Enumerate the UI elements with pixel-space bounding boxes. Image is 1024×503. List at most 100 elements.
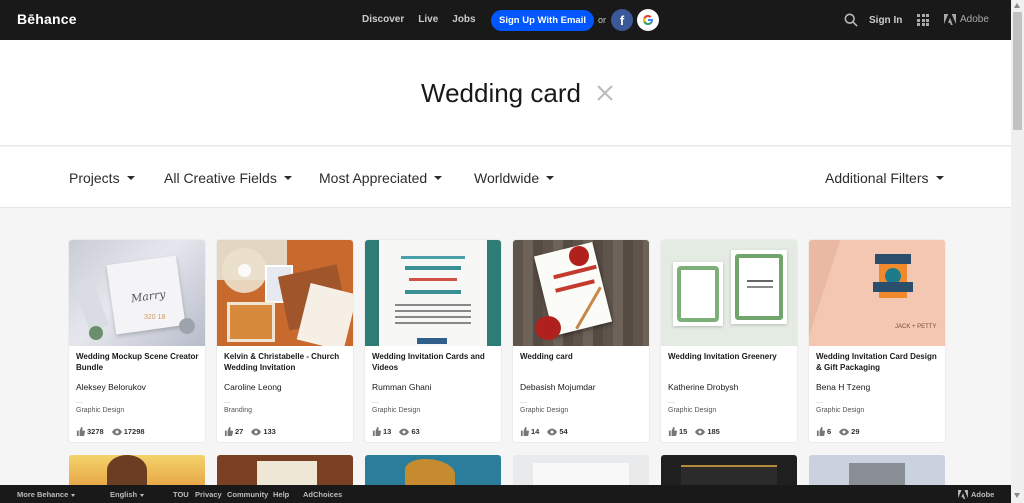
project-field[interactable]: Graphic Design (76, 407, 124, 414)
project-title[interactable]: Kelvin & Christabelle - Church Wedding I… (224, 351, 348, 373)
google-icon[interactable] (637, 9, 659, 31)
appreciation-count: 15 (679, 427, 688, 436)
filter-creative-fields[interactable]: All Creative Fields (164, 170, 292, 186)
project-card[interactable]: Wedding card Debasish Mojumdar — Graphic… (513, 240, 649, 442)
project-thumbnail[interactable]: Marry 320 18 (69, 240, 205, 346)
project-title[interactable]: Wedding Invitation Card Design & Gift Pa… (816, 351, 940, 373)
filter-projects[interactable]: Projects (69, 170, 135, 186)
adobe-icon (944, 14, 956, 25)
project-thumbnail[interactable] (809, 455, 945, 485)
filter-location[interactable]: Worldwide (474, 170, 555, 186)
project-thumbnail[interactable] (217, 455, 353, 485)
project-field[interactable]: Graphic Design (372, 407, 420, 414)
project-thumbnail[interactable] (661, 455, 797, 485)
project-stats: 3278 17298 (76, 427, 145, 436)
footer-community[interactable]: Community (227, 490, 268, 499)
project-owner[interactable]: Rumman Ghani (372, 382, 432, 392)
nav-discover[interactable]: Discover (362, 14, 404, 25)
project-thumbnail[interactable] (513, 240, 649, 346)
apps-grid-icon[interactable] (917, 14, 929, 26)
thumbs-up-icon (520, 427, 529, 436)
project-owner[interactable]: Katherine Drobysh (668, 382, 738, 392)
project-owner[interactable]: Caroline Leong (224, 382, 282, 392)
chevron-down-icon (126, 176, 135, 180)
nav-jobs[interactable]: Jobs (452, 14, 475, 25)
scroll-down-arrow-icon[interactable] (1014, 493, 1020, 498)
project-owner[interactable]: Bena H Tzeng (816, 382, 870, 392)
project-stats: 27 133 (224, 427, 276, 436)
project-card[interactable]: Marry 320 18 Wedding Mockup Scene Creato… (69, 240, 205, 442)
scroll-up-arrow-icon[interactable] (1014, 3, 1020, 8)
facebook-icon[interactable]: f (611, 9, 633, 31)
project-thumbnail[interactable] (365, 240, 501, 346)
project-card[interactable]: JACK + PETTY Wedding Invitation Card Des… (809, 240, 945, 442)
chevron-down-icon (71, 493, 76, 497)
scrollbar[interactable] (1011, 0, 1024, 503)
project-thumbnail[interactable] (217, 240, 353, 346)
project-title[interactable]: Wedding Invitation Greenery (668, 351, 792, 362)
thumbs-up-icon (76, 427, 85, 436)
project-stats: 14 54 (520, 427, 568, 436)
project-thumbnail[interactable] (513, 455, 649, 485)
filter-sort[interactable]: Most Appreciated (319, 170, 443, 186)
project-thumbnail[interactable] (69, 455, 205, 485)
footer-more-behance-label: More Behance (17, 490, 69, 499)
project-owner[interactable]: Debasish Mojumdar (520, 382, 596, 392)
project-thumbnail[interactable] (365, 455, 501, 485)
eye-icon (111, 428, 122, 435)
appreciation-count: 27 (235, 427, 244, 436)
adobe-label: Adobe (960, 14, 989, 25)
divider: — (520, 399, 527, 406)
project-field[interactable]: Graphic Design (520, 407, 568, 414)
behance-logo[interactable]: Bēhance (17, 11, 77, 27)
footer-more-behance[interactable]: More Behance (17, 490, 76, 499)
footer-adchoices[interactable]: AdChoices (303, 490, 342, 499)
footer-privacy[interactable]: Privacy (195, 490, 222, 499)
footer-adobe[interactable]: Adobe (958, 490, 994, 499)
footer-language[interactable]: English (110, 490, 145, 499)
project-stats: 13 63 (372, 427, 420, 436)
chevron-down-icon (935, 176, 944, 180)
appreciation-count: 13 (383, 427, 392, 436)
view-count: 185 (707, 427, 720, 436)
project-thumbnail[interactable]: JACK + PETTY (809, 240, 945, 346)
view-count: 63 (411, 427, 420, 436)
divider: — (668, 399, 675, 406)
view-count: 29 (851, 427, 860, 436)
eye-icon (547, 428, 558, 435)
project-card[interactable]: Wedding Invitation Greenery Katherine Dr… (661, 240, 797, 442)
project-title[interactable]: Wedding Mockup Scene Creator Bundle (76, 351, 200, 373)
project-thumbnail[interactable] (661, 240, 797, 346)
project-title[interactable]: Wedding card (520, 351, 644, 362)
thumbs-up-icon (224, 427, 233, 436)
search-icon[interactable] (844, 13, 858, 27)
sign-in-link[interactable]: Sign In (869, 15, 902, 26)
project-field[interactable]: Branding (224, 407, 252, 414)
footer-tou[interactable]: TOU (173, 490, 189, 499)
signup-email-button[interactable]: Sign Up With Email (491, 10, 594, 31)
filter-additional[interactable]: Additional Filters (825, 170, 944, 186)
eye-icon (399, 428, 410, 435)
search-query[interactable]: Wedding card (421, 78, 581, 109)
filter-creative-fields-label: All Creative Fields (164, 170, 277, 186)
project-card[interactable]: Kelvin & Christabelle - Church Wedding I… (217, 240, 353, 442)
filter-projects-label: Projects (69, 170, 120, 186)
adobe-link[interactable]: Adobe (944, 14, 989, 25)
nav-links: Discover Live Jobs (362, 14, 490, 25)
search-header: Wedding card (0, 40, 1011, 146)
footer-help[interactable]: Help (273, 490, 289, 499)
project-owner[interactable]: Aleksey Belorukov (76, 382, 146, 392)
chevron-down-icon (283, 176, 292, 180)
chevron-down-icon (546, 176, 555, 180)
adobe-icon (958, 490, 968, 499)
scrollbar-thumb[interactable] (1013, 12, 1022, 130)
clear-search-icon[interactable] (596, 84, 614, 102)
nav-live[interactable]: Live (418, 14, 438, 25)
project-title[interactable]: Wedding Invitation Cards and Videos (372, 351, 496, 373)
project-card[interactable]: Wedding Invitation Cards and Videos Rumm… (365, 240, 501, 442)
footer-adobe-label: Adobe (971, 490, 995, 499)
divider: — (224, 399, 231, 406)
chevron-down-icon (434, 176, 443, 180)
project-field[interactable]: Graphic Design (668, 407, 716, 414)
project-field[interactable]: Graphic Design (816, 407, 864, 414)
